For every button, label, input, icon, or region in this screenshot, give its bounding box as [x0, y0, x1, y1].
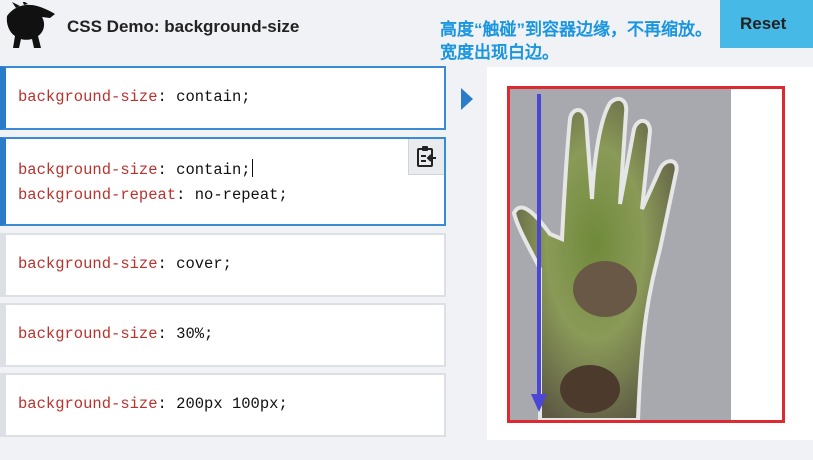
annotation-line-2: 宽度出现白边。: [440, 43, 559, 62]
annotation-text: 高度“触碰”到容器边缘，不再缩放。 宽度出现白边。: [440, 18, 770, 64]
css-value: contain;: [176, 161, 251, 179]
code-line: background-repeat: no-repeat;: [18, 186, 288, 204]
dinosaur-logo-icon: [6, 2, 55, 49]
css-value: cover;: [176, 255, 232, 273]
code-example-percent[interactable]: background-size: 30%;: [0, 303, 446, 367]
code-example-cover[interactable]: background-size: cover;: [0, 233, 446, 297]
arrow-down-icon: [531, 94, 547, 412]
css-property: background-size: [18, 88, 158, 106]
code-line: background-size: contain;: [18, 159, 253, 179]
css-property: background-size: [18, 325, 158, 343]
page-title: CSS Demo: background-size: [67, 17, 300, 36]
output-area: [487, 67, 813, 440]
css-value: no-repeat;: [194, 186, 288, 204]
annotation-line-1: 高度“触碰”到容器边缘，不再缩放。: [440, 20, 712, 39]
clipboard-copy-icon: [417, 146, 436, 167]
code-example-pixels[interactable]: background-size: 200px 100px;: [0, 373, 446, 437]
example-element: [507, 86, 785, 423]
css-property: background-size: [18, 395, 158, 413]
code-line: background-size: contain;: [18, 88, 251, 106]
css-property: background-repeat: [18, 186, 177, 204]
css-property: background-size: [18, 255, 158, 273]
code-line: background-size: cover;: [18, 255, 232, 273]
css-property: background-size: [18, 161, 158, 179]
css-value: contain;: [176, 88, 251, 106]
triangle-right-icon: [461, 88, 473, 110]
code-example-contain-no-repeat[interactable]: background-size: contain; background-rep…: [0, 137, 446, 226]
copy-button[interactable]: [408, 139, 444, 175]
code-line: background-size: 200px 100px;: [18, 395, 288, 413]
code-example-contain[interactable]: background-size: contain;: [0, 66, 446, 130]
text-caret: [251, 159, 253, 177]
code-line: background-size: 30%;: [18, 325, 214, 343]
css-value: 30%;: [176, 325, 214, 343]
css-value: 200px 100px;: [176, 395, 288, 413]
header: CSS Demo: background-size Reset 高度“触碰”到容…: [0, 0, 813, 62]
